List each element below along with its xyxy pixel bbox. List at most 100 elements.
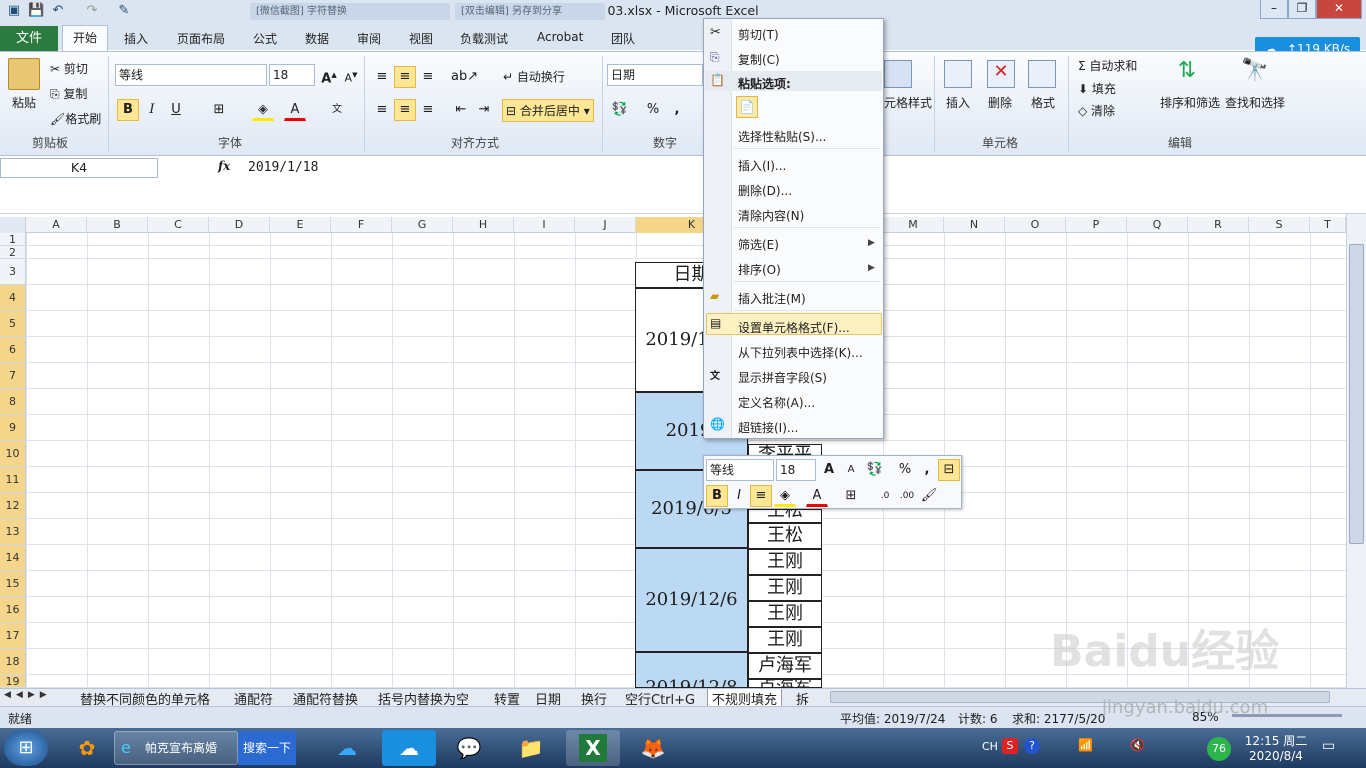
delete-cells-button[interactable]: 删除 xyxy=(988,94,1012,111)
menu-item-insert[interactable]: 插入(I)... xyxy=(738,157,786,174)
minimize-button[interactable]: – xyxy=(1260,0,1288,19)
search-button[interactable]: 搜索一下 xyxy=(238,731,296,765)
column-header[interactable]: R xyxy=(1188,217,1249,233)
mini-increase-decimal-icon[interactable]: .0 xyxy=(874,485,896,507)
mini-percent-button[interactable]: % xyxy=(894,459,916,481)
align-center-icon[interactable]: ≡ xyxy=(394,99,416,121)
name-cell[interactable]: 王刚 xyxy=(748,575,822,601)
excel-logo-icon[interactable]: ▣ xyxy=(6,3,22,19)
sheet-nav-arrows-icon[interactable]: ◀◀▶▶ xyxy=(4,690,52,700)
format-painter-button[interactable]: 格式刷 xyxy=(65,112,101,126)
grow-font-icon[interactable]: A▲ xyxy=(318,64,340,86)
menu-item-copy[interactable]: 复制(C) xyxy=(738,51,780,68)
tab-formulas[interactable]: 公式 xyxy=(253,30,277,47)
mini-comma-button[interactable]: , xyxy=(916,459,938,481)
column-header[interactable]: O xyxy=(1005,217,1066,233)
edit-tab[interactable]: [双击编辑] 另存到分享 xyxy=(455,3,605,20)
autosum-button[interactable]: Σ 自动求和 xyxy=(1078,57,1137,74)
fill-color-icon[interactable]: ◈ xyxy=(252,99,274,121)
currency-icon[interactable]: 💱 xyxy=(609,99,631,121)
tab-home[interactable]: 开始 xyxy=(62,25,108,52)
paste-clipboard-icon[interactable]: 📄 xyxy=(736,96,758,118)
borders-icon[interactable]: ⊞ xyxy=(208,99,230,121)
save-icon[interactable]: 💾 xyxy=(28,3,44,19)
ie-window-button[interactable]: e 帕克宣布离婚 xyxy=(114,731,238,765)
align-left-icon[interactable]: ≡ xyxy=(371,99,393,121)
column-header[interactable]: T xyxy=(1310,217,1346,233)
format-cells-icon[interactable] xyxy=(1028,60,1056,88)
input-method-indicator[interactable]: CH xyxy=(982,740,998,753)
name-cell[interactable]: 卢海军 xyxy=(748,679,822,688)
column-header[interactable]: F xyxy=(331,217,392,233)
row-header[interactable]: 3 xyxy=(0,259,26,285)
name-cell[interactable]: 王刚 xyxy=(748,627,822,653)
eraser-icon[interactable]: ✎ xyxy=(116,3,132,19)
find-select-button[interactable]: 查找和选择 xyxy=(1225,94,1285,111)
column-header[interactable]: A xyxy=(26,217,87,233)
formula-input[interactable]: 2019/1/18 xyxy=(248,160,318,175)
phonetic-icon[interactable]: 文 xyxy=(326,99,348,121)
name-cell[interactable]: 王刚 xyxy=(748,601,822,627)
row-header[interactable]: 19 xyxy=(0,675,26,688)
increase-indent-icon[interactable]: ⇥ xyxy=(473,99,495,121)
font-name-combo[interactable]: 等线 xyxy=(115,64,267,86)
delete-cells-icon[interactable]: ✕ xyxy=(987,60,1015,88)
redo-icon[interactable]: ↷ xyxy=(84,3,100,19)
tab-file[interactable]: 文件 xyxy=(0,26,58,51)
binoculars-icon[interactable]: 🔭 xyxy=(1240,58,1270,88)
menu-item-define-name[interactable]: 定义名称(A)... xyxy=(738,394,815,411)
fx-icon[interactable]: fx xyxy=(218,159,230,173)
mini-size-combo[interactable]: 18 xyxy=(776,459,816,481)
menu-item-sort[interactable]: 排序(O) xyxy=(738,261,781,278)
menu-item-cut[interactable]: 剪切(T) xyxy=(738,26,779,43)
column-header[interactable]: E xyxy=(270,217,331,233)
column-header[interactable]: P xyxy=(1066,217,1127,233)
cell-styles-button[interactable]: 元格样式 xyxy=(884,94,932,111)
orientation-icon[interactable]: ab↗ xyxy=(450,66,478,88)
merge-center-button[interactable]: 合并后居中 xyxy=(520,104,580,118)
mini-center-icon[interactable]: ≡ xyxy=(750,485,772,507)
column-header[interactable]: S xyxy=(1249,217,1310,233)
tab-insert[interactable]: 插入 xyxy=(124,30,148,47)
row-header[interactable]: 13 xyxy=(0,519,26,545)
security-badge[interactable]: 76 xyxy=(1207,737,1231,761)
column-header[interactable]: G xyxy=(392,217,453,233)
name-cell[interactable]: 王刚 xyxy=(748,549,822,575)
sort-filter-button[interactable]: 排序和筛选 xyxy=(1160,94,1220,111)
tab-acrobat[interactable]: Acrobat xyxy=(537,30,583,44)
tab-team[interactable]: 团队 xyxy=(611,30,635,47)
name-cell[interactable]: 王松 xyxy=(748,509,822,523)
mini-font-color-icon[interactable]: A xyxy=(806,485,828,507)
menu-item-pick-list[interactable]: 从下拉列表中选择(K)... xyxy=(738,344,863,361)
mini-grow-font-icon[interactable]: A xyxy=(818,459,840,481)
cloud-sync-icon[interactable]: ☁ xyxy=(382,730,436,766)
align-top-icon[interactable]: ≡ xyxy=(371,66,393,88)
mini-decrease-decimal-icon[interactable]: .00 xyxy=(896,485,918,507)
number-format-combo[interactable]: 日期 xyxy=(607,64,703,86)
insert-cells-icon[interactable] xyxy=(944,60,972,88)
network-icon[interactable]: 📶 xyxy=(1078,738,1093,752)
row-header[interactable]: 2 xyxy=(0,246,26,259)
shrink-font-icon[interactable]: A▼ xyxy=(340,64,362,86)
bold-button[interactable]: B xyxy=(117,99,139,121)
row-header[interactable]: 11 xyxy=(0,467,26,493)
row-header[interactable]: 18 xyxy=(0,649,26,675)
menu-item-clear[interactable]: 清除内容(N) xyxy=(738,207,804,224)
align-bottom-icon[interactable]: ≡ xyxy=(417,66,439,88)
row-header[interactable]: 16 xyxy=(0,597,26,623)
restore-button[interactable]: ❐ xyxy=(1288,0,1316,19)
italic-button[interactable]: I xyxy=(141,99,163,121)
column-header[interactable]: H xyxy=(453,217,514,233)
scrollbar-thumb[interactable] xyxy=(1349,244,1364,544)
menu-item-insert-comment[interactable]: 插入批注(M) xyxy=(738,290,806,307)
sogou-icon[interactable]: S xyxy=(1002,738,1018,754)
row-header[interactable]: 10 xyxy=(0,441,26,467)
underline-button[interactable]: U xyxy=(165,99,187,121)
align-middle-icon[interactable]: ≡ xyxy=(394,66,416,88)
tab-data[interactable]: 数据 xyxy=(305,30,329,47)
row-header[interactable]: 9 xyxy=(0,415,26,441)
row-header[interactable]: 15 xyxy=(0,571,26,597)
menu-item-paste-special[interactable]: 选择性粘贴(S)... xyxy=(738,128,826,145)
cut-button[interactable]: 剪切 xyxy=(64,62,88,76)
column-header[interactable]: B xyxy=(87,217,148,233)
